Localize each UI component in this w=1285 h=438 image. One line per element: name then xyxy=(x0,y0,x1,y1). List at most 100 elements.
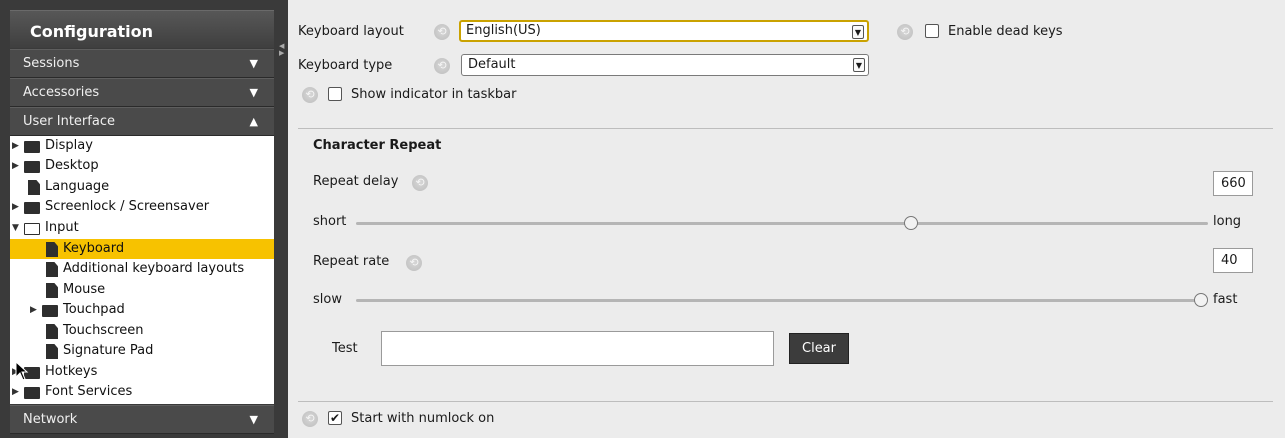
tree-item-label: Keyboard xyxy=(63,241,125,256)
dropdown-arrow-icon: ▼ xyxy=(853,58,865,72)
repeat-delay-slider-handle[interactable] xyxy=(904,216,919,230)
document-icon xyxy=(46,344,58,359)
folder-icon xyxy=(24,202,40,214)
category-label: User Interface xyxy=(23,114,115,129)
tree-item-label: Display xyxy=(45,138,93,153)
folder-open-icon xyxy=(24,223,40,235)
repeat-rate-slider-track[interactable] xyxy=(356,299,1208,302)
slider-max-label: long xyxy=(1213,214,1242,229)
sidebar-category-network[interactable]: Network ▼ xyxy=(10,405,274,434)
keyboard-type-label: Keyboard type xyxy=(298,58,393,73)
tree-item-label: Language xyxy=(45,179,110,194)
keyboard-settings-panel: Keyboard layout ⟲ English(US) ▼ ⟲ Enable… xyxy=(288,0,1285,438)
document-icon xyxy=(28,180,40,195)
document-icon xyxy=(46,324,58,339)
reset-icon[interactable]: ⟲ xyxy=(302,87,318,103)
chevron-up-icon: ▲ xyxy=(249,115,258,128)
splitter-grip-icon: ◀ ▶ xyxy=(279,42,285,57)
expand-arrow-icon[interactable]: ▶ xyxy=(12,197,22,217)
sidebar-category-accessories[interactable]: Accessories ▼ xyxy=(10,78,274,107)
category-label: Sessions xyxy=(23,56,80,71)
sidebar-header: Configuration xyxy=(10,10,274,48)
tree-item-label: Input xyxy=(45,220,79,235)
reset-icon[interactable]: ⟲ xyxy=(412,175,428,191)
expand-arrow-icon[interactable]: ▶ xyxy=(12,382,22,402)
numlock-label: Start with numlock on xyxy=(351,411,495,426)
tree-item-mouse[interactable]: Mouse xyxy=(44,280,105,300)
tree-item-touchpad[interactable]: ▶ Touchpad xyxy=(30,300,125,320)
repeat-rate-label: Repeat rate xyxy=(313,254,390,269)
repeat-rate-value[interactable]: 40 xyxy=(1213,248,1253,273)
collapse-arrow-icon[interactable]: ▼ xyxy=(12,218,22,238)
reset-icon[interactable]: ⟲ xyxy=(434,58,450,74)
test-label: Test xyxy=(332,341,358,356)
repeat-delay-value[interactable]: 660 xyxy=(1213,171,1253,196)
slider-min-label: short xyxy=(313,214,347,229)
keyboard-layout-label: Keyboard layout xyxy=(298,24,404,39)
slider-min-label: slow xyxy=(313,292,342,307)
tree-item-label: Mouse xyxy=(63,282,106,297)
keyboard-layout-select[interactable]: English(US) ▼ xyxy=(459,20,869,42)
tree-item-label: Hotkeys xyxy=(45,364,98,379)
tree-item-label: Screenlock / Screensaver xyxy=(45,199,210,214)
tree-item-additional-layouts[interactable]: Additional keyboard layouts xyxy=(44,259,244,279)
divider xyxy=(298,401,1273,402)
chevron-down-icon: ▼ xyxy=(249,86,258,99)
numlock-checkbox[interactable]: ✔ xyxy=(328,411,342,425)
enable-dead-keys-checkbox[interactable] xyxy=(925,24,939,38)
tree-item-label: Touchscreen xyxy=(63,323,144,338)
keyboard-type-value: Default xyxy=(468,57,516,72)
clear-button[interactable]: Clear xyxy=(789,333,849,364)
tree-item-font-services[interactable]: ▶ Font Services xyxy=(12,382,132,402)
chevron-down-icon: ▼ xyxy=(249,57,258,70)
section-title: Character Repeat xyxy=(313,138,442,153)
expand-arrow-icon[interactable]: ▶ xyxy=(30,300,40,320)
category-label: Network xyxy=(23,412,78,427)
keyboard-type-select[interactable]: Default ▼ xyxy=(461,54,869,76)
tree-item-language[interactable]: Language xyxy=(26,177,109,197)
tree-item-label: Additional keyboard layouts xyxy=(63,261,245,276)
tree-item-label: Touchpad xyxy=(63,302,125,317)
tree-item-touchscreen[interactable]: Touchscreen xyxy=(44,321,144,341)
panel-splitter[interactable]: ◀ ▶ xyxy=(278,0,288,438)
reset-icon[interactable]: ⟲ xyxy=(302,411,318,427)
document-icon xyxy=(46,262,58,277)
folder-icon xyxy=(24,387,40,399)
tree-item-label: Signature Pad xyxy=(63,343,154,358)
tree-item-display[interactable]: ▶ Display xyxy=(12,136,93,156)
sidebar-category-user-interface[interactable]: User Interface ▲ xyxy=(10,107,274,136)
reset-icon[interactable]: ⟲ xyxy=(434,24,450,40)
folder-icon xyxy=(42,305,58,317)
document-icon xyxy=(46,283,58,298)
repeat-delay-label: Repeat delay xyxy=(313,174,399,189)
slider-max-label: fast xyxy=(1213,292,1238,307)
repeat-delay-slider-track[interactable] xyxy=(356,222,1208,225)
test-input[interactable] xyxy=(381,331,774,366)
keyboard-layout-value: English(US) xyxy=(466,23,541,38)
enable-dead-keys-label: Enable dead keys xyxy=(948,24,1063,39)
tree-item-label: Desktop xyxy=(45,158,99,173)
sidebar: Configuration Sessions ▼ Accessories ▼ U… xyxy=(0,0,280,438)
chevron-down-icon: ▼ xyxy=(249,413,258,426)
category-label: Accessories xyxy=(23,85,100,100)
show-indicator-checkbox[interactable] xyxy=(328,87,342,101)
reset-icon[interactable]: ⟲ xyxy=(406,255,422,271)
expand-arrow-icon[interactable]: ▶ xyxy=(12,136,22,156)
divider xyxy=(298,128,1273,129)
show-indicator-label: Show indicator in taskbar xyxy=(351,87,517,102)
mouse-cursor-icon xyxy=(15,361,29,381)
folder-icon xyxy=(24,161,40,173)
dropdown-arrow-icon: ▼ xyxy=(852,25,864,39)
tree-item-screenlock[interactable]: ▶ Screenlock / Screensaver xyxy=(12,197,209,217)
tree-item-label: Font Services xyxy=(45,384,133,399)
reset-icon[interactable]: ⟲ xyxy=(897,24,913,40)
tree-item-signature-pad[interactable]: Signature Pad xyxy=(44,341,153,361)
tree-item-input[interactable]: ▼ Input xyxy=(12,218,79,238)
repeat-rate-slider-handle[interactable] xyxy=(1194,293,1208,307)
tree-item-desktop[interactable]: ▶ Desktop xyxy=(12,156,99,176)
settings-tree: ▶ Display ▶ Desktop Language ▶ Screenlock /… xyxy=(10,136,274,404)
expand-arrow-icon[interactable]: ▶ xyxy=(12,156,22,176)
document-icon xyxy=(46,242,58,257)
sidebar-category-sessions[interactable]: Sessions ▼ xyxy=(10,49,274,78)
tree-item-keyboard[interactable]: Keyboard xyxy=(10,239,274,259)
